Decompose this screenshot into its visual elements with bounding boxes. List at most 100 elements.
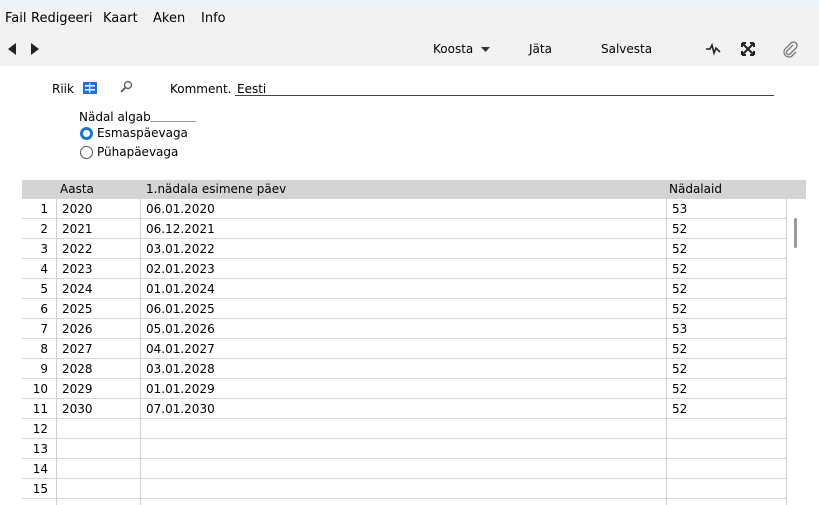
first-day-cell[interactable]: 06.01.2025 <box>146 302 215 316</box>
country-flag-icon[interactable] <box>83 82 97 94</box>
menu-redigeeri[interactable]: Redigeeri <box>31 11 93 26</box>
vertical-scrollbar[interactable] <box>794 218 797 248</box>
weeks-cell[interactable]: 53 <box>672 322 687 336</box>
komment-value: Eesti <box>237 82 267 96</box>
header-weeks[interactable]: Nädalaid <box>669 182 722 196</box>
year-cell[interactable]: 2020 <box>62 202 93 216</box>
row-number: 9 <box>40 362 48 376</box>
riik-label: Riik <box>52 82 74 96</box>
komment-field[interactable]: Eesti <box>235 80 774 96</box>
row-number: 14 <box>32 462 48 476</box>
row-number: 1 <box>40 202 48 216</box>
row-number: 4 <box>40 262 48 276</box>
year-cell[interactable]: 2024 <box>62 282 93 296</box>
table-row[interactable]: 10 2029 01.01.2029 52 <box>22 379 786 399</box>
menu-fail[interactable]: Fail <box>5 11 26 26</box>
previous-arrow-icon[interactable] <box>6 41 20 57</box>
table-row[interactable]: 4 2023 02.01.2023 52 <box>22 259 786 279</box>
jata-button[interactable]: Jäta <box>529 42 552 56</box>
first-day-cell[interactable]: 05.01.2026 <box>146 322 215 336</box>
column-divider <box>786 199 787 505</box>
lookup-icon[interactable] <box>119 80 133 94</box>
year-cell[interactable]: 2023 <box>62 262 93 276</box>
row-number: 5 <box>40 282 48 296</box>
column-divider <box>666 199 667 505</box>
first-day-cell[interactable]: 06.01.2020 <box>146 202 215 216</box>
row-number: 11 <box>32 402 48 416</box>
year-cell[interactable]: 2027 <box>62 342 93 356</box>
weeks-cell[interactable]: 52 <box>672 302 687 316</box>
first-day-cell[interactable]: 02.01.2023 <box>146 262 215 276</box>
first-day-cell[interactable]: 03.01.2028 <box>146 362 215 376</box>
weeks-cell[interactable]: 52 <box>672 362 687 376</box>
row-number: 15 <box>32 482 48 496</box>
komment-label: Komment. <box>170 82 232 96</box>
radio-monday[interactable] <box>80 127 93 140</box>
row-number: 12 <box>32 422 48 436</box>
menu-aken[interactable]: Aken <box>153 11 185 26</box>
table-row[interactable]: 13 <box>22 439 786 459</box>
year-cell[interactable]: 2026 <box>62 322 93 336</box>
group-line <box>150 121 196 122</box>
table-row[interactable]: 12 <box>22 419 786 439</box>
first-day-cell[interactable]: 01.01.2029 <box>146 382 215 396</box>
column-divider <box>140 199 141 505</box>
year-cell[interactable]: 2028 <box>62 362 93 376</box>
first-day-cell[interactable]: 07.01.2030 <box>146 402 215 416</box>
table-header: Aasta 1.nädala esimene päev Nädalaid <box>22 180 806 199</box>
attachment-icon[interactable] <box>782 40 798 58</box>
weeks-cell[interactable]: 52 <box>672 402 687 416</box>
column-divider <box>56 199 57 505</box>
first-day-cell[interactable]: 06.12.2021 <box>146 222 215 236</box>
first-day-cell[interactable]: 04.01.2027 <box>146 342 215 356</box>
row-number: 3 <box>40 242 48 256</box>
weeks-cell[interactable]: 53 <box>672 202 687 216</box>
year-cell[interactable]: 2022 <box>62 242 93 256</box>
table-row[interactable]: 7 2026 05.01.2026 53 <box>22 319 786 339</box>
table-row[interactable]: 2 2021 06.12.2021 52 <box>22 219 786 239</box>
toolbar: Koosta Jäta Salvesta <box>0 30 819 66</box>
weeks-cell[interactable]: 52 <box>672 242 687 256</box>
salvesta-button[interactable]: Salvesta <box>601 42 652 56</box>
row-number: 2 <box>40 222 48 236</box>
menu-info[interactable]: Info <box>201 11 226 26</box>
radio-monday-label: Esmaspäevaga <box>97 126 188 140</box>
koosta-label: Koosta <box>433 42 474 56</box>
table-row[interactable]: 1 2020 06.01.2020 53 <box>22 199 786 219</box>
weeks-cell[interactable]: 52 <box>672 282 687 296</box>
row-number: 10 <box>32 382 48 396</box>
row-number: 6 <box>40 302 48 316</box>
weeks-cell[interactable]: 52 <box>672 382 687 396</box>
year-cell[interactable]: 2021 <box>62 222 93 236</box>
table-row[interactable]: 8 2027 04.01.2027 52 <box>22 339 786 359</box>
weeks-cell[interactable]: 52 <box>672 262 687 276</box>
menu-kaart[interactable]: Kaart <box>103 11 138 26</box>
radio-sunday[interactable] <box>80 146 93 159</box>
radio-sunday-label: Pühapäevaga <box>97 145 179 159</box>
table-row[interactable]: 3 2022 03.01.2022 52 <box>22 239 786 259</box>
activity-icon[interactable] <box>705 41 721 57</box>
first-day-cell[interactable]: 03.01.2022 <box>146 242 215 256</box>
weeks-cell[interactable]: 52 <box>672 342 687 356</box>
table-row[interactable]: 9 2028 03.01.2028 52 <box>22 359 786 379</box>
table-row[interactable]: 6 2025 06.01.2025 52 <box>22 299 786 319</box>
first-day-cell[interactable]: 01.01.2024 <box>146 282 215 296</box>
dropdown-caret-icon <box>481 46 491 52</box>
header-first-day[interactable]: 1.nädala esimene päev <box>146 182 286 196</box>
table-row[interactable]: 11 2030 07.01.2030 52 <box>22 399 786 419</box>
table-row[interactable]: 15 <box>22 479 786 499</box>
table-row[interactable]: 5 2024 01.01.2024 52 <box>22 279 786 299</box>
header-year[interactable]: Aasta <box>60 182 94 196</box>
table-row[interactable]: 14 <box>22 459 786 479</box>
year-cell[interactable]: 2025 <box>62 302 93 316</box>
week-starts-label: Nädal algab <box>79 110 151 124</box>
row-number: 13 <box>32 442 48 456</box>
year-cell[interactable]: 2030 <box>62 402 93 416</box>
expand-icon[interactable] <box>740 41 756 57</box>
weeks-cell[interactable]: 52 <box>672 222 687 236</box>
year-cell[interactable]: 2029 <box>62 382 93 396</box>
row-number: 8 <box>40 342 48 356</box>
menu-bar: Fail Redigeeri Kaart Aken Info <box>0 0 819 30</box>
koosta-button[interactable]: Koosta <box>433 42 491 56</box>
next-arrow-icon[interactable] <box>27 41 41 57</box>
